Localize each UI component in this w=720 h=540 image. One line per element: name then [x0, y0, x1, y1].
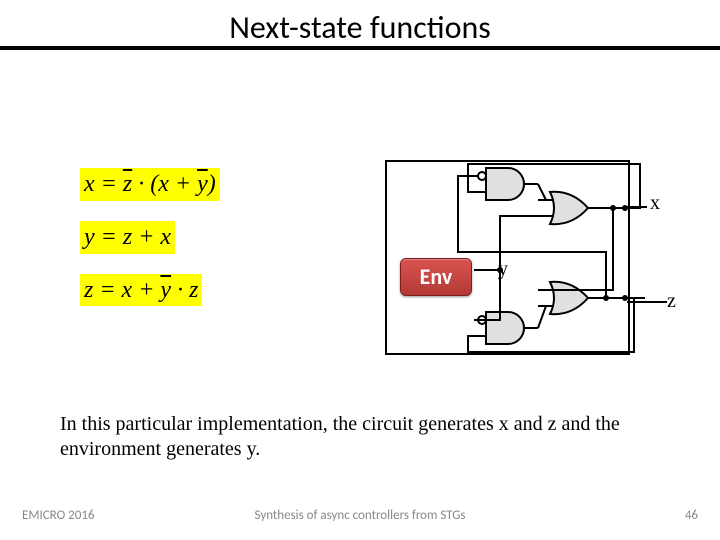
equations-block: x = z · (x + y) y = z + x z = x + y · z: [80, 168, 220, 326]
footer: EMICRO 2016 Synthesis of async controlle…: [0, 508, 720, 528]
env-block: Env: [400, 258, 472, 296]
equation-z: z = x + y · z: [80, 274, 202, 307]
equation-x: x = z · (x + y): [80, 168, 220, 201]
slide-title-area: Next-state functions: [0, 0, 720, 50]
signal-z-label: z: [667, 290, 676, 313]
caption-text: In this particular implementation, the c…: [60, 412, 660, 462]
z-output-wire: [627, 298, 667, 306]
equation-y: y = z + x: [80, 221, 175, 254]
footer-page: 46: [685, 508, 698, 523]
signal-y-label: y: [498, 258, 508, 281]
footer-center: Synthesis of async controllers from STGs: [0, 508, 720, 523]
slide-title: Next-state functions: [0, 8, 720, 47]
x-output-wire: [627, 203, 657, 211]
